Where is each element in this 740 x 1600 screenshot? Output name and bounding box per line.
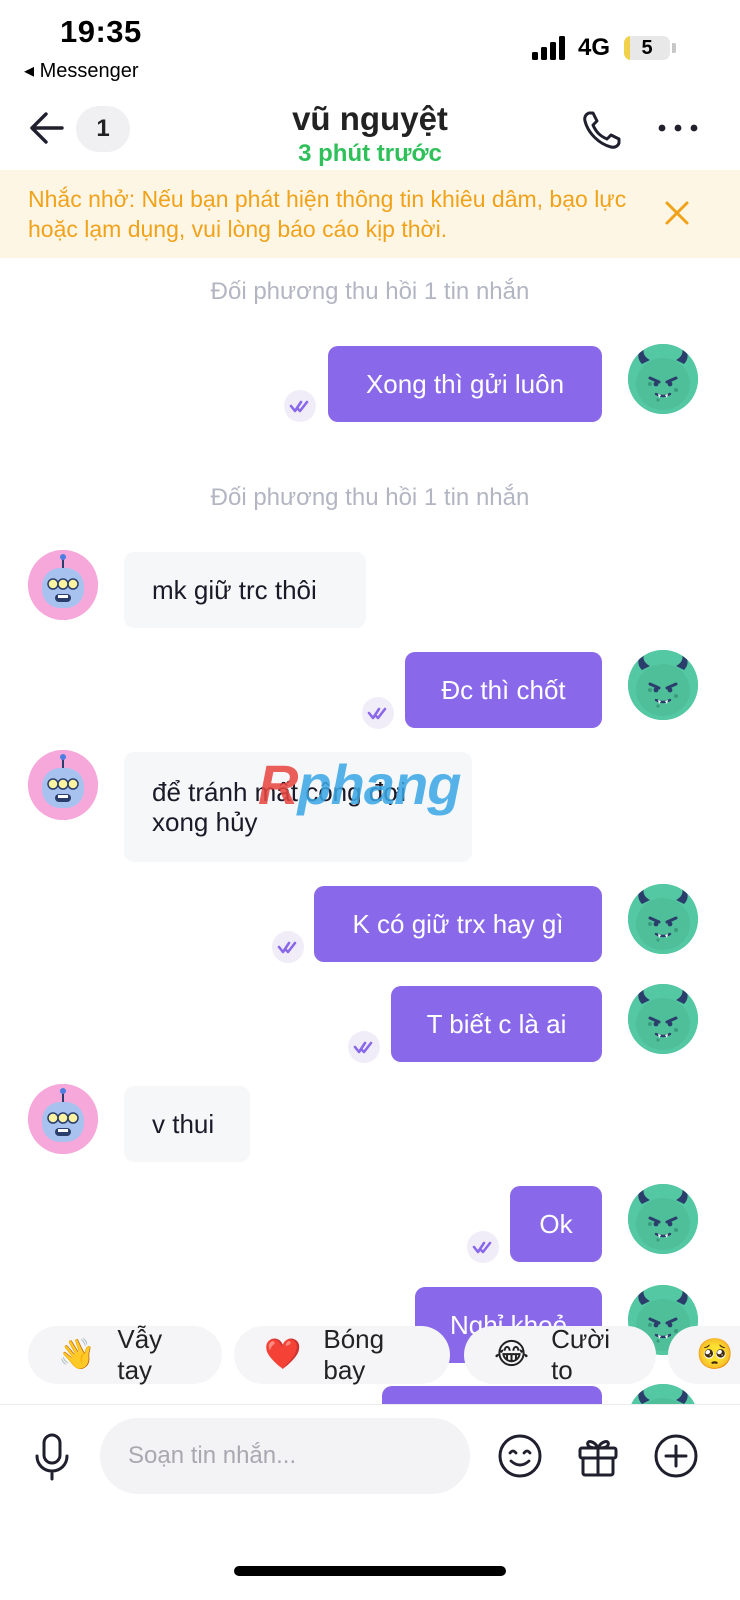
- recalled-message-notice: Đối phương thu hồi 1 tin nhắn: [210, 484, 530, 511]
- read-receipt-icon: [284, 390, 316, 422]
- contact-avatar[interactable]: [28, 550, 98, 620]
- outgoing-message-bubble[interactable]: K có giữ trx hay gì: [314, 886, 602, 962]
- home-indicator[interactable]: [234, 1566, 506, 1576]
- recalled-message-notice: Đối phương thu hồi 1 tin nhắn: [210, 278, 530, 305]
- phone-call-icon[interactable]: [580, 108, 624, 152]
- composer-divider: [0, 1404, 740, 1405]
- outgoing-message-bubble[interactable]: Ok: [510, 1186, 602, 1262]
- more-options-icon[interactable]: [656, 118, 700, 138]
- gift-icon[interactable]: [574, 1432, 622, 1480]
- last-seen-status: 3 phút trước: [298, 140, 442, 167]
- read-receipt-icon: [362, 697, 394, 729]
- read-receipt-icon: [272, 931, 304, 963]
- back-to-messenger-link[interactable]: ◂ Messenger: [24, 58, 139, 83]
- back-arrow-icon[interactable]: [26, 108, 66, 148]
- emoji-icon[interactable]: [496, 1432, 544, 1480]
- outgoing-message-bubble[interactable]: T biết c là ai: [391, 986, 602, 1062]
- battery-tip: [672, 43, 676, 53]
- incoming-message-bubble[interactable]: v thui: [124, 1086, 250, 1162]
- microphone-icon[interactable]: [32, 1432, 72, 1482]
- message-input[interactable]: [100, 1418, 470, 1494]
- outgoing-message-bubble[interactable]: Xong thì gửi luôn: [328, 346, 602, 422]
- cell-signal-icon: [532, 36, 568, 60]
- battery-level: 5: [641, 37, 653, 59]
- heart-icon: ❤️: [264, 1338, 302, 1371]
- quick-reaction-balloon[interactable]: ❤️ Bóng bay: [234, 1324, 450, 1385]
- incoming-message-bubble[interactable]: mk giữ trc thôi: [124, 552, 366, 628]
- add-attachment-icon[interactable]: [652, 1432, 700, 1480]
- watermark-part: R: [258, 753, 298, 816]
- battery-icon: 5: [624, 36, 670, 60]
- my-avatar[interactable]: [628, 344, 698, 414]
- watermark-logo: Rphang: [258, 752, 461, 817]
- close-icon[interactable]: [662, 198, 692, 228]
- contact-name[interactable]: vũ nguyệt: [220, 100, 520, 138]
- pleading-face-icon: 🥺: [696, 1338, 734, 1371]
- laugh-icon: 😂: [494, 1338, 530, 1371]
- quick-reaction-laugh[interactable]: 😂 Cười to: [464, 1324, 656, 1385]
- outgoing-message-bubble[interactable]: Đc thì chốt: [405, 652, 602, 728]
- my-avatar[interactable]: [628, 884, 698, 954]
- my-avatar[interactable]: [628, 984, 698, 1054]
- read-receipt-icon: [467, 1231, 499, 1263]
- quick-reaction-wave[interactable]: 👋 Vẫy tay: [28, 1324, 222, 1385]
- unread-count-badge[interactable]: 1: [76, 106, 130, 152]
- reaction-label: Bóng bay: [323, 1324, 385, 1385]
- contact-avatar[interactable]: [28, 750, 98, 820]
- reaction-label: Vẫy tay: [117, 1324, 163, 1385]
- quick-reaction-pleading[interactable]: 🥺: [668, 1326, 740, 1384]
- my-avatar[interactable]: [628, 650, 698, 720]
- read-receipt-icon: [348, 1031, 380, 1063]
- wave-icon: 👋: [58, 1338, 96, 1371]
- my-avatar[interactable]: [628, 1184, 698, 1254]
- safety-reminder-text: Nhắc nhở: Nếu bạn phát hiện thông tin kh…: [28, 186, 627, 242]
- status-time: 19:35: [60, 14, 142, 49]
- contact-avatar[interactable]: [28, 1084, 98, 1154]
- network-type: 4G: [578, 34, 611, 61]
- reaction-label: Cười to: [551, 1324, 611, 1385]
- watermark-part: phang: [297, 753, 461, 816]
- message-text-line: xong hủy: [152, 807, 258, 837]
